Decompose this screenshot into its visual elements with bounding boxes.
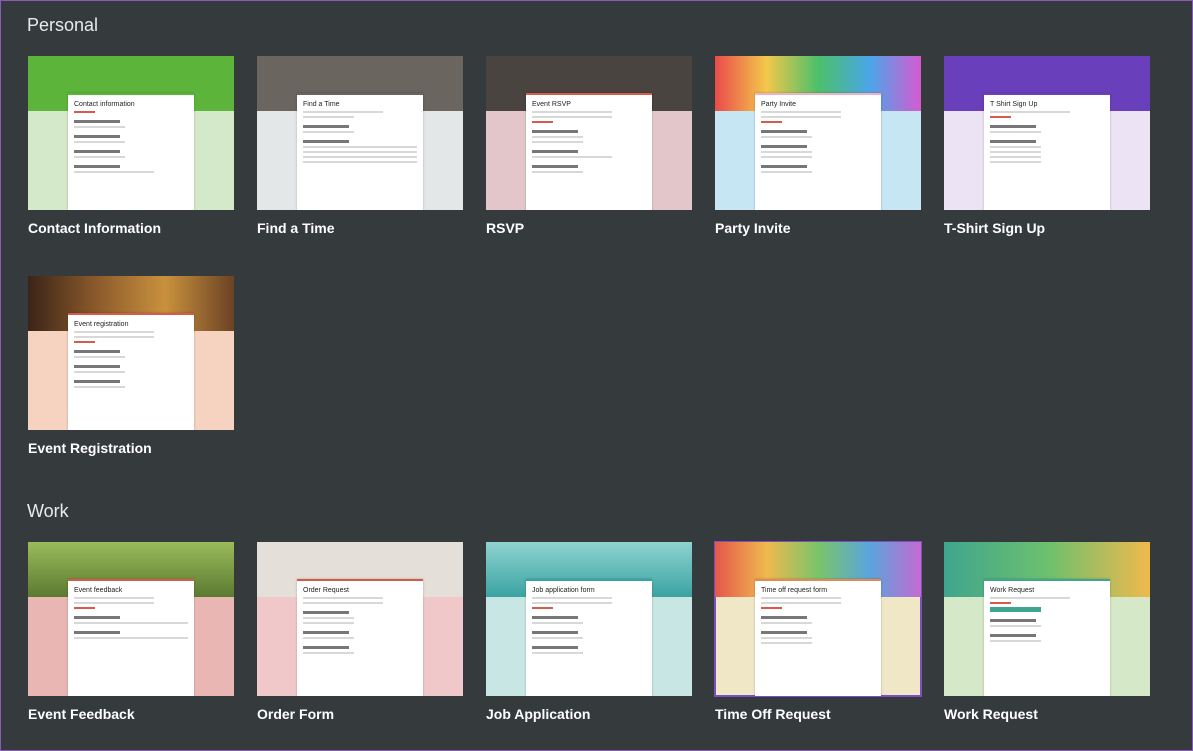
- form-preview: Find a Time: [297, 93, 423, 210]
- template-label: Order Form: [257, 706, 335, 722]
- form-preview: Contact information: [68, 93, 194, 210]
- form-preview: Event RSVP: [526, 93, 652, 210]
- template-thumbnail: Find a Time: [257, 56, 463, 210]
- template-thumbnail: Party Invite: [715, 56, 921, 210]
- form-preview: Job application form: [526, 579, 652, 696]
- section-title-work: Work: [27, 501, 69, 521]
- template-label: RSVP: [486, 220, 525, 236]
- form-preview-title: Event registration: [74, 321, 129, 328]
- form-preview: Party Invite: [755, 93, 881, 210]
- form-preview: Order Request: [297, 579, 423, 696]
- form-preview-title: Time off request form: [761, 587, 828, 594]
- form-preview-title: Order Request: [303, 587, 349, 594]
- template-thumbnail: T Shirt Sign Up: [944, 56, 1150, 210]
- form-preview-title: Party Invite: [761, 101, 797, 108]
- template-thumbnail: Contact information: [28, 56, 234, 210]
- form-preview-title: Work Request: [990, 587, 1035, 594]
- form-preview: Work Request: [984, 579, 1110, 696]
- template-label: T-Shirt Sign Up: [944, 220, 1046, 236]
- section-title-personal: Personal: [27, 15, 99, 35]
- template-label: Job Application: [486, 706, 591, 722]
- template-thumbnail: Order Request: [257, 542, 463, 696]
- form-preview: Time off request form: [755, 579, 881, 696]
- form-preview-title: Event RSVP: [532, 101, 571, 108]
- form-preview-title: Contact information: [74, 101, 135, 108]
- template-card-party-invite[interactable]: Party Invite Party Invite: [715, 56, 921, 236]
- template-label: Find a Time: [257, 220, 335, 236]
- template-label: Party Invite: [715, 220, 791, 236]
- template-card-job-application[interactable]: Job application form Job Application: [486, 542, 692, 722]
- template-thumbnail: Time off request form: [714, 541, 922, 697]
- template-thumbnail: Event RSVP: [486, 56, 692, 210]
- template-card-time-off-request[interactable]: Time off request form Time Off Request: [714, 541, 922, 722]
- template-card-work-request[interactable]: Work Request Work Request: [944, 542, 1150, 722]
- template-label: Work Request: [944, 706, 1038, 722]
- template-card-contact-information[interactable]: Contact information Contact Information: [28, 56, 234, 236]
- template-thumbnail: Work Request: [944, 542, 1150, 696]
- template-card-event-feedback[interactable]: Event feedback Event Feedback: [28, 542, 234, 722]
- template-thumbnail: Event feedback: [28, 542, 234, 696]
- template-card-event-registration[interactable]: Event registration Event Registration: [28, 276, 234, 456]
- template-label: Time Off Request: [715, 706, 831, 722]
- template-label: Event Registration: [28, 440, 152, 456]
- form-preview-title: Event feedback: [74, 587, 123, 594]
- form-preview: T Shirt Sign Up: [984, 93, 1110, 210]
- form-preview-title: Find a Time: [303, 101, 340, 108]
- template-card-find-a-time[interactable]: Find a Time Find a Time: [257, 56, 463, 236]
- template-card-tshirt-sign-up[interactable]: T Shirt Sign Up T-Shirt Sign Up: [944, 56, 1150, 236]
- template-card-order-form[interactable]: Order Request Order Form: [257, 542, 463, 722]
- template-label: Event Feedback: [28, 706, 135, 722]
- form-preview: Event registration: [68, 313, 194, 430]
- template-card-rsvp[interactable]: Event RSVP RSVP: [486, 56, 692, 236]
- template-thumbnail: Job application form: [486, 542, 692, 696]
- template-label: Contact Information: [28, 220, 161, 236]
- form-preview-title: T Shirt Sign Up: [990, 101, 1038, 108]
- form-preview-title: Job application form: [532, 587, 595, 594]
- template-thumbnail: Event registration: [28, 276, 234, 430]
- form-preview: Event feedback: [68, 579, 194, 696]
